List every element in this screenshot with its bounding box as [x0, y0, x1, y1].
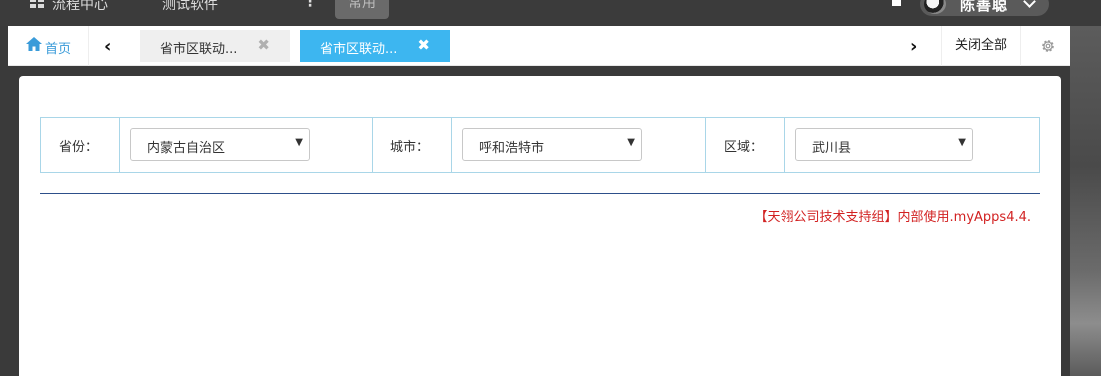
city-select-cell: 呼和浩特市 ▼ — [452, 118, 706, 172]
region-filter-row: 省份： 内蒙古自治区 ▼ 城市： 呼和浩特市 ▼ 区域： 武川县 ▼ — [40, 117, 1040, 173]
home-icon — [26, 37, 42, 51]
desktop-background — [1070, 26, 1101, 376]
tab-home[interactable]: 首页 — [8, 26, 89, 66]
city-value: 呼和浩特市 — [479, 141, 545, 156]
nav-flow-center-label: 流程中心 — [52, 0, 108, 13]
district-label: 区域： — [724, 140, 764, 155]
district-select[interactable]: 武川县 ▼ — [795, 128, 973, 161]
top-navigation-bar: 流程中心 测试软件 ⋮ 常用 陈善聪 — [0, 0, 1101, 26]
tab-province-city-district[interactable]: 省市区联动... ✖ — [140, 30, 290, 62]
district-label-cell: 区域： — [706, 118, 785, 172]
tab-province-city-district-active[interactable]: 省市区联动... ✖ — [300, 30, 450, 62]
city-select[interactable]: 呼和浩特市 ▼ — [462, 128, 642, 161]
province-label-cell: 省份： — [41, 118, 120, 172]
chevron-down-icon — [1023, 0, 1036, 8]
close-icon[interactable]: ✖ — [417, 36, 430, 54]
support-note: 【天翎公司技术支持组】内部使用.myApps4.4. — [754, 210, 1031, 225]
city-label: 城市： — [390, 140, 430, 155]
nav-test-software[interactable]: 测试软件 — [162, 0, 218, 14]
square-icon[interactable] — [892, 0, 901, 6]
tab-home-label: 首页 — [45, 42, 72, 57]
grid-icon — [30, 0, 44, 8]
tab-bar: 首页 ‹ 省市区联动... ✖ 省市区联动... ✖ › 关闭全部 — [8, 26, 1070, 66]
province-select-cell: 内蒙古自治区 ▼ — [120, 118, 373, 172]
user-menu[interactable]: 陈善聪 — [920, 0, 1049, 16]
tab-label: 省市区联动... — [320, 42, 398, 57]
dropdown-arrow-icon: ▼ — [958, 137, 966, 148]
dropdown-arrow-icon: ▼ — [627, 137, 635, 148]
nav-flow-center[interactable]: 流程中心 — [30, 0, 108, 14]
city-label-cell: 城市： — [373, 118, 452, 172]
content-panel: 省份： 内蒙古自治区 ▼ 城市： 呼和浩特市 ▼ 区域： 武川县 ▼ 【天翎公司… — [19, 76, 1061, 376]
nav-common-button[interactable]: 常用 — [335, 0, 389, 19]
province-value: 内蒙古自治区 — [147, 141, 226, 156]
close-icon[interactable]: ✖ — [257, 36, 270, 54]
tab-next-button[interactable]: › — [910, 36, 917, 57]
close-all-button[interactable]: 关闭全部 — [941, 26, 1021, 66]
province-select[interactable]: 内蒙古自治区 ▼ — [130, 128, 310, 161]
district-select-cell: 武川县 ▼ — [785, 118, 1039, 172]
dropdown-arrow-icon: ▼ — [295, 137, 303, 148]
more-icon[interactable]: ⋮ — [303, 0, 317, 10]
divider — [40, 193, 1040, 194]
tab-prev-button[interactable]: ‹ — [104, 36, 111, 57]
avatar — [924, 0, 946, 14]
province-label: 省份： — [59, 140, 99, 155]
gear-icon[interactable] — [1040, 38, 1056, 54]
user-name: 陈善聪 — [960, 0, 1009, 14]
tab-label: 省市区联动... — [160, 42, 238, 57]
district-value: 武川县 — [812, 141, 852, 156]
